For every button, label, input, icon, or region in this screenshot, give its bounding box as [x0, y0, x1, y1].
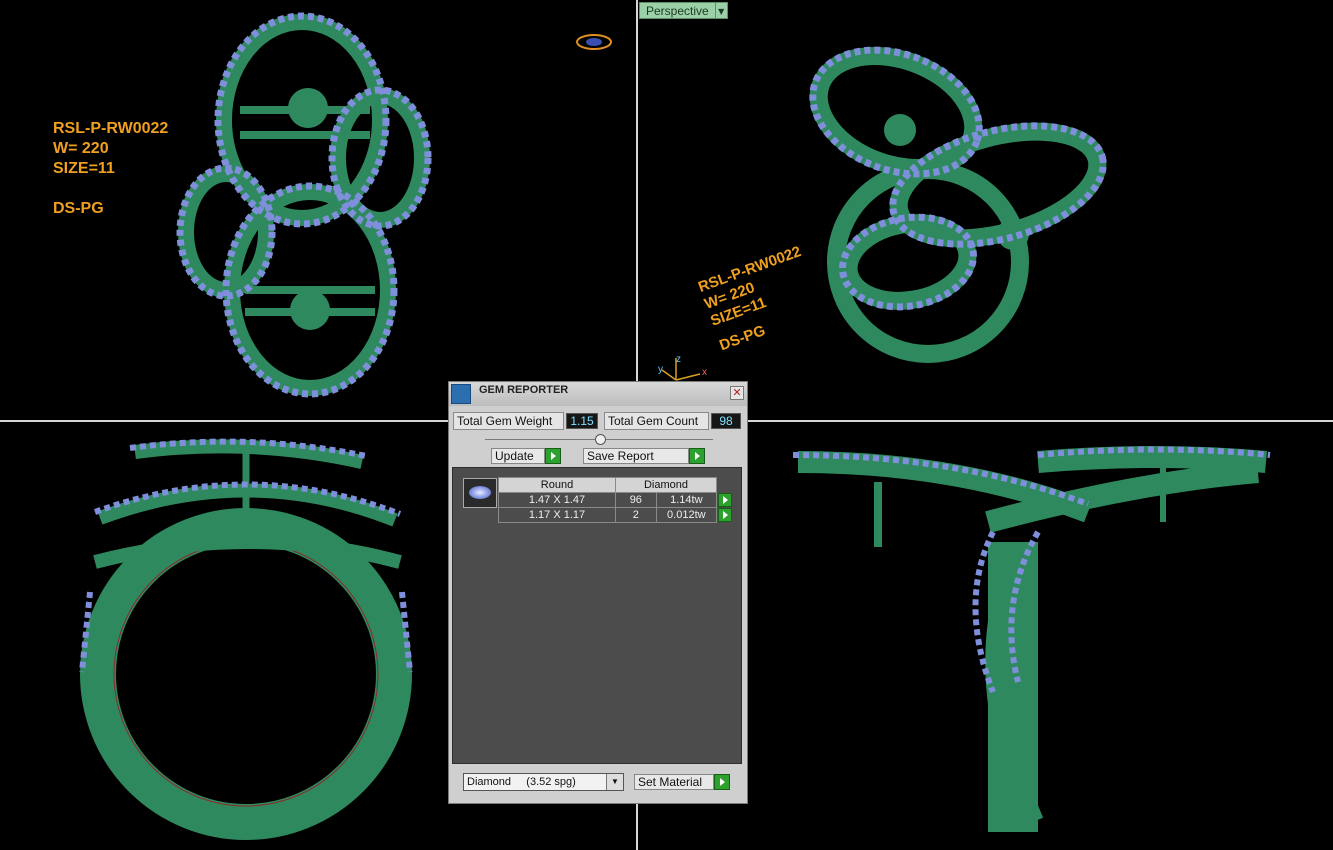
total-gem-weight-label: Total Gem Weight	[453, 412, 564, 430]
viewport-top-left[interactable]: RSL-P-RW0022 W= 220 SIZE=11 DS-PG	[0, 0, 636, 420]
update-go-button[interactable]	[545, 448, 561, 464]
design-annotation: RSL-P-RW0022 W= 220 SIZE=11 DS-PG	[53, 119, 168, 219]
chevron-down-icon[interactable]: ▼	[606, 774, 623, 790]
gem-weight: 1.14tw	[655, 492, 718, 508]
axis-triad-icon: z x y	[658, 354, 707, 381]
gem-size: 1.17 X 1.17	[498, 507, 616, 523]
material-select[interactable]: Diamond (3.52 spg) ▼	[463, 773, 624, 791]
gem-size: 1.47 X 1.47	[498, 492, 616, 508]
gem-reporter-dialog: GEM REPORTER ✕ Total Gem Weight 1.15 Tot…	[448, 381, 748, 804]
gem-weight: 0.012tw	[655, 507, 718, 523]
design-stone: DS-PG	[53, 200, 104, 217]
dialog-title: GEM REPORTER	[479, 384, 569, 396]
perspective-dropdown[interactable]: Perspective ▼	[639, 2, 728, 19]
gem-list-panel: Round Diamond 1.47 X 1.47 96 1.14tw 1.17…	[452, 467, 742, 764]
gizmo-icon	[576, 34, 612, 50]
gem-report-icon	[451, 384, 471, 404]
set-material-go-button[interactable]	[714, 774, 730, 790]
row-select-button[interactable]	[718, 508, 733, 522]
perspective-label: Perspective	[639, 2, 716, 19]
gem-count: 2	[615, 507, 657, 523]
material-header: Diamond	[615, 477, 717, 493]
total-gem-count-value: 98	[711, 413, 741, 429]
gem-table: Round Diamond 1.47 X 1.47 96 1.14tw 1.17…	[498, 477, 733, 523]
dialog-titlebar[interactable]: GEM REPORTER ✕	[449, 382, 747, 406]
total-gem-count-label: Total Gem Count	[604, 412, 709, 430]
axis-x-label: x	[702, 367, 707, 378]
close-button[interactable]: ✕	[730, 386, 744, 400]
save-report-button[interactable]: Save Report	[583, 448, 689, 464]
row-select-button[interactable]	[718, 493, 732, 507]
design-size: SIZE=11	[53, 160, 115, 177]
total-gem-weight-value: 1.15	[566, 413, 598, 429]
table-row[interactable]: 1.17 X 1.17 2 0.012tw	[498, 507, 733, 523]
round-diamond-icon	[463, 478, 497, 508]
chevron-down-icon[interactable]: ▼	[715, 2, 728, 19]
table-row[interactable]: 1.47 X 1.47 96 1.14tw	[498, 492, 733, 508]
design-weight: W= 220	[53, 140, 109, 157]
gem-count: 96	[615, 492, 657, 508]
save-report-go-button[interactable]	[689, 448, 705, 464]
shape-header: Round	[498, 477, 616, 493]
ring-perspective-render: z x y	[658, 46, 1107, 381]
axis-z-label: z	[676, 354, 681, 365]
viewport-perspective[interactable]: z x y RSL-P-RW0022 W= 220 SIZE=11 DS-PG	[638, 0, 1333, 420]
material-select-value: Diamond (3.52 spg)	[467, 776, 576, 788]
design-code: RSL-P-RW0022	[53, 120, 169, 137]
axis-y-label: y	[658, 364, 663, 375]
set-material-button[interactable]: Set Material	[634, 774, 714, 790]
slider-handle[interactable]	[595, 434, 606, 445]
update-button[interactable]: Update	[491, 448, 545, 464]
